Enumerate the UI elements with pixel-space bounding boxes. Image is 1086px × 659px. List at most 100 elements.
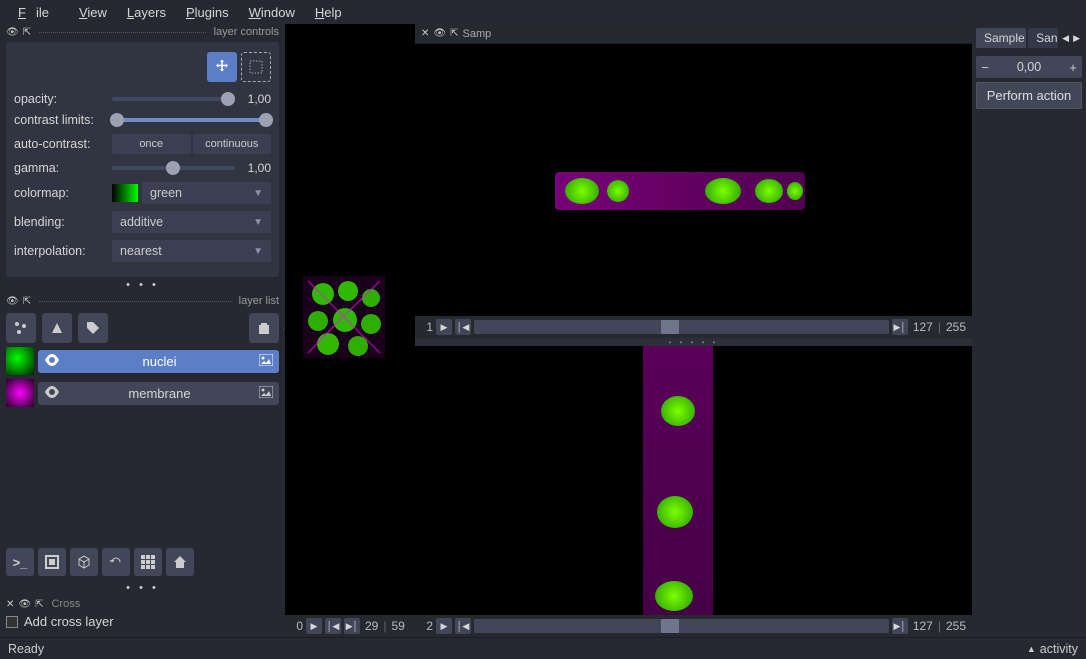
step-back-button[interactable]: │◀ xyxy=(455,618,471,634)
new-labels-button[interactable] xyxy=(78,313,108,343)
menu-layers[interactable]: Layers xyxy=(117,3,176,22)
step-fwd-button[interactable]: ▶│ xyxy=(892,319,908,335)
pan-zoom-button[interactable] xyxy=(207,52,237,82)
delete-layer-button[interactable] xyxy=(249,313,279,343)
right-viewers: ✕ 👁 ⇱ Samp 1 ▶ │◀ ▶│ 127 | 255 • • • • • xyxy=(415,24,972,637)
transform-icon xyxy=(247,58,265,76)
bottom-canvas[interactable] xyxy=(415,346,972,615)
rotate-icon xyxy=(108,554,124,570)
autocontrast-label: auto-contrast: xyxy=(14,137,106,151)
close-icon[interactable]: ✕ xyxy=(6,599,14,610)
splitter-handle[interactable]: • • • • • xyxy=(415,338,972,346)
layer-row-membrane[interactable]: membrane xyxy=(6,379,279,407)
home-button[interactable] xyxy=(166,548,194,576)
mid-canvas[interactable] xyxy=(285,24,415,615)
viewer-tab-label[interactable]: Samp xyxy=(462,28,491,40)
top-viewer-tabbar: ✕ 👁 ⇱ Samp xyxy=(415,24,972,44)
move-arrows-icon xyxy=(213,58,231,76)
new-points-button[interactable] xyxy=(6,313,36,343)
eye-icon[interactable] xyxy=(44,386,60,401)
mid-image xyxy=(303,276,385,358)
tab-scroll-right-icon[interactable]: ▶ xyxy=(1071,33,1082,44)
value-spinbox[interactable]: − 0,00 + xyxy=(976,56,1082,78)
top-slider-bar: 1 ▶ │◀ ▶│ 127 | 255 xyxy=(415,316,972,338)
menu-plugins[interactable]: Plugins xyxy=(176,3,239,22)
top-slider-track[interactable] xyxy=(474,320,889,334)
cross-dock: ✕ 👁 ⇱ Cross Add cross layer xyxy=(0,596,285,637)
dock-float-icon[interactable]: ⇱ xyxy=(23,296,31,307)
grid-button[interactable] xyxy=(134,548,162,576)
axis-label: 2 xyxy=(419,619,433,633)
blending-select[interactable]: additive▼ xyxy=(112,211,271,233)
bot-slider-track[interactable] xyxy=(474,619,889,633)
roll-dims-button[interactable] xyxy=(70,548,98,576)
menu-bar: File View Layers Plugins Window Help xyxy=(0,0,1086,24)
dock-title-layer-controls: layer controls xyxy=(214,26,279,38)
tab-sample2[interactable]: San xyxy=(1028,28,1058,48)
tab-sample1[interactable]: Sample 1 xyxy=(976,28,1026,48)
chevron-down-icon: ▼ xyxy=(253,217,263,228)
dock-hide-icon[interactable]: 👁 xyxy=(18,599,31,610)
autocontrast-once-button[interactable]: once xyxy=(112,134,191,154)
dock-hide-icon[interactable]: 👁 xyxy=(6,27,19,38)
perform-action-button[interactable]: Perform action xyxy=(976,82,1082,109)
play-button[interactable]: ▶ xyxy=(306,618,322,634)
shapes-icon xyxy=(49,320,65,336)
trash-icon xyxy=(256,320,272,336)
colormap-swatch[interactable] xyxy=(112,184,138,202)
tab-scroll-left-icon[interactable]: ◀ xyxy=(1060,33,1071,44)
step-back-button[interactable]: │◀ xyxy=(325,618,341,634)
dock-float-icon[interactable]: ⇱ xyxy=(450,28,458,39)
transpose-button[interactable] xyxy=(102,548,130,576)
dock-float-icon[interactable]: ⇱ xyxy=(35,599,43,610)
chevron-down-icon: ▼ xyxy=(253,246,263,257)
colormap-select[interactable]: green▼ xyxy=(142,182,271,204)
menu-help[interactable]: Help xyxy=(305,3,352,22)
mid-viewer: 0 ▶ │◀ ▶│ 29 | 59 xyxy=(285,24,415,637)
play-button[interactable]: ▶ xyxy=(436,618,452,634)
interpolation-select[interactable]: nearest▼ xyxy=(112,240,271,262)
ndisplay-button[interactable] xyxy=(38,548,66,576)
transform-button[interactable] xyxy=(241,52,271,82)
menu-window[interactable]: Window xyxy=(239,3,305,22)
layer-thumb xyxy=(6,347,34,375)
close-icon[interactable]: ✕ xyxy=(421,28,429,39)
bottom-slider-bar: 2 ▶ │◀ ▶│ 127 | 255 xyxy=(415,615,972,637)
menu-file[interactable]: File xyxy=(8,3,69,22)
gamma-label: gamma: xyxy=(14,161,106,175)
dock-header-layer-list: 👁 ⇱ layer list xyxy=(0,293,285,309)
axis-label: 0 xyxy=(289,619,303,633)
console-button[interactable]: >_ xyxy=(6,548,34,576)
dock-hide-icon[interactable]: 👁 xyxy=(6,296,19,307)
spin-value[interactable]: 0,00 xyxy=(994,60,1064,74)
splitter-handle[interactable]: • • • xyxy=(0,580,285,596)
gamma-slider[interactable] xyxy=(112,166,235,170)
top-canvas[interactable] xyxy=(415,44,972,316)
new-shapes-button[interactable] xyxy=(42,313,72,343)
opacity-value: 1,00 xyxy=(241,92,271,106)
slider-max: 59 xyxy=(391,619,404,633)
spin-decrement-button[interactable]: − xyxy=(976,56,994,78)
gamma-value: 1,00 xyxy=(241,161,271,175)
autocontrast-continuous-button[interactable]: continuous xyxy=(193,134,272,154)
mid-slider-bar: 0 ▶ │◀ ▶│ 29 | 59 xyxy=(285,615,415,637)
viewer-buttons: >_ xyxy=(0,544,285,580)
step-fwd-button[interactable]: ▶│ xyxy=(892,618,908,634)
contrast-slider[interactable] xyxy=(112,118,271,122)
checkbox-icon[interactable] xyxy=(6,616,18,628)
step-back-button[interactable]: │◀ xyxy=(455,319,471,335)
eye-icon[interactable] xyxy=(44,354,60,369)
step-fwd-button[interactable]: ▶│ xyxy=(344,618,360,634)
spin-increment-button[interactable]: + xyxy=(1064,56,1082,78)
add-cross-checkbox-row[interactable]: Add cross layer xyxy=(6,610,279,633)
menu-view[interactable]: View xyxy=(69,3,117,22)
slider-pos: 127 xyxy=(913,619,933,633)
activity-toggle[interactable]: ▲ activity xyxy=(1027,642,1078,656)
splitter-handle[interactable]: • • • xyxy=(0,277,285,293)
dock-hide-icon[interactable]: 👁 xyxy=(433,28,446,39)
status-bar: Ready ▲ activity xyxy=(0,637,1086,659)
layer-row-nuclei[interactable]: nuclei xyxy=(6,347,279,375)
dock-float-icon[interactable]: ⇱ xyxy=(23,27,31,38)
opacity-slider[interactable] xyxy=(112,97,235,101)
play-button[interactable]: ▶ xyxy=(436,319,452,335)
